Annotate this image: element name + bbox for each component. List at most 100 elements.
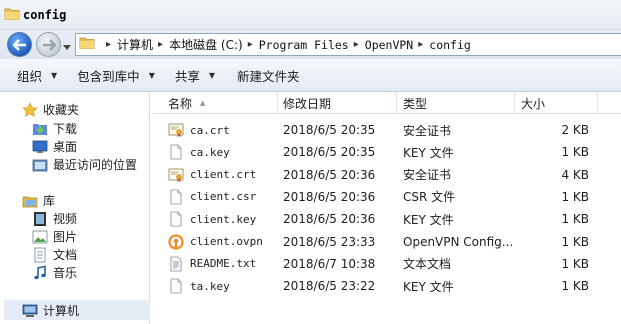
file-date: 2018/6/5 20:35 xyxy=(283,145,376,160)
new-folder-button[interactable]: 新建文件夹 xyxy=(237,66,300,85)
file-name-cell: client.crt xyxy=(168,164,256,186)
file-row[interactable]: ca.crt 2018/6/5 20:35 安全证书 2 KB xyxy=(151,119,621,141)
file-size: 1 KB xyxy=(561,234,589,249)
text-file-icon xyxy=(168,256,184,272)
file-size: 1 KB xyxy=(561,145,589,160)
file-size: 4 KB xyxy=(561,167,589,182)
certificate-icon xyxy=(168,167,184,183)
folder-icon xyxy=(4,6,20,25)
file-row[interactable]: client.key 2018/6/5 20:36 KEY 文件 1 KB xyxy=(151,208,621,230)
column-header-type[interactable]: 类型 xyxy=(397,92,515,114)
recent-pages-button[interactable] xyxy=(63,40,71,50)
file-date: 2018/6/5 20:36 xyxy=(283,212,376,227)
file-row[interactable]: client.csr 2018/6/5 20:36 CSR 文件 1 KB xyxy=(151,186,621,208)
column-header-date-modified[interactable]: 修改日期 xyxy=(278,92,397,114)
file-row[interactable]: ta.key 2018/6/5 23:22 KEY 文件 1 KB xyxy=(151,275,621,297)
column-header-name[interactable]: 名称 ▲ xyxy=(151,92,278,114)
back-button[interactable] xyxy=(7,32,32,57)
file-list: 名称 ▲ 修改日期 类型 大小 ca.crt 2018/6/5 20:35 安全证书… xyxy=(151,92,621,324)
file-name: ca.crt xyxy=(190,123,230,137)
file-name: ca.key xyxy=(190,145,230,159)
nav-item-music[interactable]: 音乐 xyxy=(32,264,77,281)
file-date: 2018/6/5 20:36 xyxy=(283,167,376,182)
file-row[interactable]: client.crt 2018/6/5 20:36 安全证书 4 KB xyxy=(151,164,621,186)
computer-icon xyxy=(22,303,38,319)
arrow-right-icon xyxy=(42,38,56,51)
library-icon xyxy=(22,193,38,209)
file-type: 文本文档 xyxy=(403,257,452,272)
caret-down-icon: ▼ xyxy=(51,70,58,80)
file-row[interactable]: ca.key 2018/6/5 20:35 KEY 文件 1 KB xyxy=(151,141,621,163)
file-icon xyxy=(168,211,184,227)
file-type: KEY 文件 xyxy=(403,145,454,160)
file-date: 2018/6/7 10:38 xyxy=(283,256,376,271)
file-size: 1 KB xyxy=(561,279,589,294)
organize-button[interactable]: 组织 ▼ xyxy=(17,66,57,85)
star-icon xyxy=(22,101,38,118)
file-name-cell: client.csr xyxy=(168,186,256,208)
chevron-right-icon: ▸ xyxy=(158,39,164,50)
chevron-down-icon xyxy=(63,45,71,50)
chevron-right-icon: ▸ xyxy=(106,39,112,50)
chevron-right-icon: ▸ xyxy=(247,39,253,50)
file-row[interactable]: README.txt 2018/6/7 10:38 文本文档 1 KB xyxy=(151,253,621,275)
file-size: 2 KB xyxy=(561,123,589,137)
file-name-cell: ca.crt xyxy=(168,119,230,141)
breadcrumb-openvpn[interactable]: ▸ OpenVPN xyxy=(349,38,414,52)
file-type: KEY 文件 xyxy=(403,279,454,294)
nav-item-computer[interactable]: 计算机 xyxy=(22,302,79,319)
file-size: 1 KB xyxy=(561,189,589,204)
file-name-cell: client.key xyxy=(168,208,256,230)
nav-item-downloads[interactable]: 下载 xyxy=(32,120,77,137)
file-name-cell: ta.key xyxy=(168,275,230,297)
file-name: client.csr xyxy=(190,190,257,204)
file-row[interactable]: client.ovpn 2018/6/5 23:33 OpenVPN Config.… xyxy=(151,231,621,253)
forward-button[interactable] xyxy=(36,32,61,57)
arrow-left-icon xyxy=(12,38,26,51)
file-name-cell: README.txt xyxy=(168,253,256,275)
nav-item-libraries[interactable]: 库 xyxy=(22,192,55,209)
nav-item-pictures[interactable]: 图片 xyxy=(32,228,77,245)
caret-down-icon: ▼ xyxy=(148,70,155,80)
breadcrumb[interactable]: ▸ 计算机 ▸ 本地磁盘 (C:) ▸ Program Files ▸ Open… xyxy=(75,33,621,56)
nav-item-videos[interactable]: 视频 xyxy=(32,210,77,227)
nav-item-documents[interactable]: 文档 xyxy=(32,246,77,263)
file-name: README.txt xyxy=(190,257,257,271)
title-bar: config xyxy=(0,0,621,30)
file-name: client.key xyxy=(190,212,257,226)
address-bar: ▸ 计算机 ▸ 本地磁盘 (C:) ▸ Program Files ▸ Open… xyxy=(0,30,621,59)
file-type: CSR 文件 xyxy=(403,190,456,205)
column-headers: 名称 ▲ 修改日期 类型 大小 xyxy=(151,92,621,114)
breadcrumb-local-disk[interactable]: ▸ 本地磁盘 (C:) xyxy=(153,36,243,53)
command-bar: 组织 ▼ 包含到库中 ▼ 共享 ▼ 新建文件夹 xyxy=(0,59,621,92)
nav-item-recent-places[interactable]: 最近访问的位置 xyxy=(32,156,137,173)
breadcrumb-config[interactable]: ▸ config xyxy=(413,38,471,52)
window-title: config xyxy=(23,8,67,22)
column-header-size[interactable]: 大小 xyxy=(515,92,598,114)
breadcrumb-computer[interactable]: ▸ 计算机 xyxy=(101,36,153,53)
chevron-right-icon: ▸ xyxy=(353,39,359,50)
video-icon xyxy=(32,211,48,227)
file-date: 2018/6/5 20:35 xyxy=(283,123,376,137)
sort-ascending-icon: ▲ xyxy=(200,99,206,107)
openvpn-icon xyxy=(168,233,184,250)
caret-down-icon: ▼ xyxy=(208,70,216,80)
downloads-folder-icon xyxy=(32,121,48,137)
file-type: 安全证书 xyxy=(403,168,452,183)
documents-icon xyxy=(32,247,48,263)
file-date: 2018/6/5 23:33 xyxy=(283,234,376,249)
share-button[interactable]: 共享 ▼ xyxy=(175,66,215,85)
file-type: OpenVPN Config... xyxy=(403,234,514,249)
file-type: KEY 文件 xyxy=(403,212,454,227)
breadcrumb-program-files[interactable]: ▸ Program Files xyxy=(243,38,349,52)
file-name-cell: ca.key xyxy=(168,141,230,163)
file-name-cell: client.ovpn xyxy=(168,231,263,253)
file-size: 1 KB xyxy=(561,212,589,227)
file-type: 安全证书 xyxy=(403,123,452,138)
nav-item-desktop[interactable]: 桌面 xyxy=(32,138,77,155)
include-in-library-button[interactable]: 包含到库中 ▼ xyxy=(77,66,155,85)
pictures-icon xyxy=(32,229,48,245)
nav-item-favorites[interactable]: 收藏夹 xyxy=(22,101,79,118)
file-date: 2018/6/5 20:36 xyxy=(283,189,376,204)
file-name: client.crt xyxy=(190,168,257,182)
